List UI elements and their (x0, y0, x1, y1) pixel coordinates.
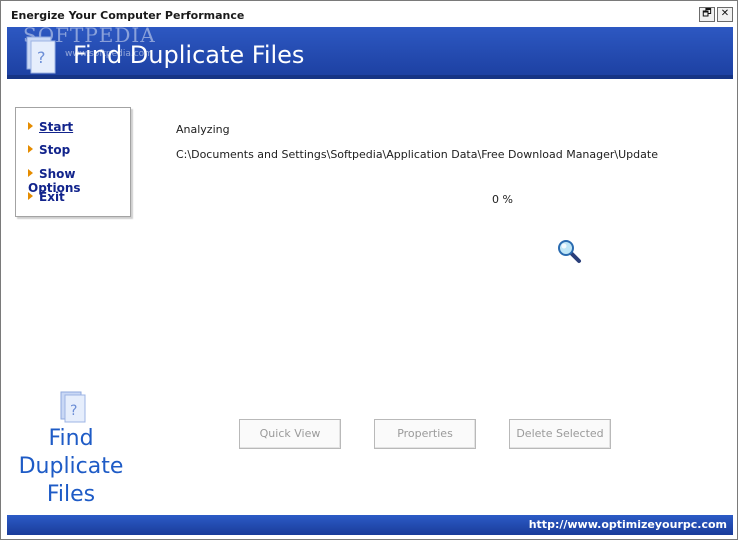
app-window: Energize Your Computer Performance 🗗 ✕ S… (0, 0, 738, 540)
progress-percent: 0 % (492, 193, 513, 206)
properties-button[interactable]: Properties (374, 419, 476, 449)
menu-item-label: Exit (39, 190, 65, 204)
quick-view-button[interactable]: Quick View (239, 419, 341, 449)
page-title: Find Duplicate Files (73, 41, 305, 69)
arrow-bullet-icon (28, 169, 33, 177)
menu-item-label: Start (39, 120, 74, 134)
restore-button[interactable]: 🗗 (699, 7, 715, 22)
menu-item-exit[interactable]: Exit (28, 190, 65, 204)
close-button[interactable]: ✕ (717, 7, 733, 22)
status-text: Analyzing (176, 123, 230, 136)
close-icon: ✕ (720, 8, 730, 19)
brand-line: Find (48, 426, 94, 451)
brand-line: Files (46, 482, 96, 507)
menu-item-start[interactable]: Start (28, 120, 73, 134)
current-path-text: C:\Documents and Settings\Softpedia\Appl… (176, 148, 658, 161)
footer-bar: http://www.optimizeyourpc.com (7, 515, 733, 535)
restore-icon: 🗗 (702, 8, 712, 19)
document-icon: ? (60, 391, 86, 423)
arrow-bullet-icon (28, 192, 33, 200)
arrow-bullet-icon (28, 145, 33, 153)
action-menu: Start Stop Show Options Exit (15, 107, 131, 217)
header-divider (7, 75, 733, 79)
delete-selected-button[interactable]: Delete Selected (509, 419, 611, 449)
menu-item-stop[interactable]: Stop (28, 143, 70, 157)
header-banner: SOFTPEDIA www.softpedia.com ? Find Dupli… (7, 23, 733, 79)
website-link[interactable]: http://www.optimizeyourpc.com (529, 518, 727, 531)
brand-title: Find Duplicate Files (11, 425, 131, 509)
brand-line: Duplicate (18, 454, 124, 479)
svg-text:?: ? (70, 403, 77, 419)
document-icon: ? (26, 36, 56, 74)
svg-text:?: ? (37, 48, 46, 67)
arrow-bullet-icon (28, 122, 33, 130)
menu-item-label: Stop (39, 143, 71, 157)
window-title: Energize Your Computer Performance (11, 9, 245, 22)
magnifier-icon (558, 240, 581, 263)
